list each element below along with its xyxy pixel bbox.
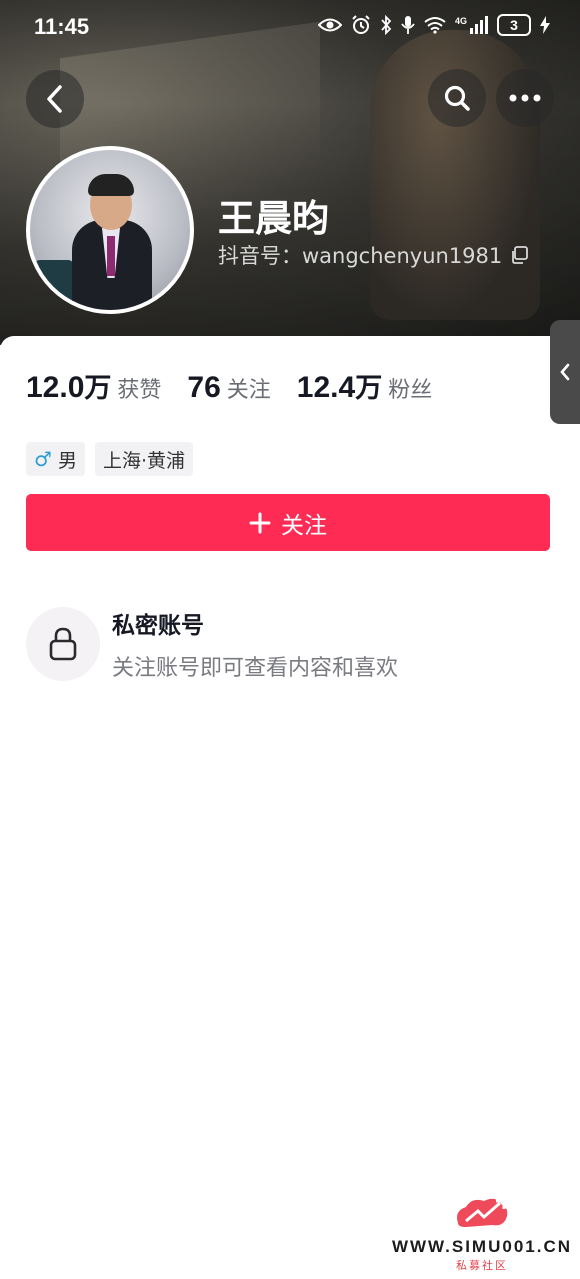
charging-icon <box>540 16 550 34</box>
stat-likes-value[interactable]: 12.0万 <box>26 366 111 405</box>
avatar[interactable] <box>26 146 194 314</box>
search-button[interactable] <box>428 69 486 127</box>
plus-icon <box>249 512 271 533</box>
stat-following-label[interactable]: 关注 <box>227 372 271 404</box>
watermark-sub: 私募社区 <box>455 1259 508 1272</box>
back-icon <box>47 85 62 113</box>
copy-icon[interactable] <box>510 246 529 264</box>
signal-icon <box>470 16 488 34</box>
follow-button-label: 关注 <box>281 512 327 539</box>
private-title: 私密账号 <box>112 613 204 639</box>
profile-card <box>0 336 580 1279</box>
profile-name: 王晨昀 <box>218 197 329 240</box>
wifi-icon <box>424 17 446 34</box>
follow-button[interactable]: 关注 <box>26 494 550 551</box>
stat-fans-value[interactable]: 12.4万 <box>297 366 382 405</box>
side-panel-toggle[interactable] <box>550 320 580 424</box>
bluetooth-icon <box>381 15 392 35</box>
lock-icon <box>49 627 77 661</box>
more-button[interactable] <box>496 69 554 127</box>
profile-tags: ♂ 男 上海·黄浦 <box>26 442 193 476</box>
douyin-id: 抖音号：wangchenyun1981 <box>218 240 529 270</box>
location-tag: 上海·黄浦 <box>94 442 193 476</box>
douyin-id-value: wangchenyun1981 <box>302 244 503 268</box>
lock-badge <box>26 607 100 681</box>
mic-icon <box>401 16 415 34</box>
douyin-id-label: 抖音号： <box>218 244 302 268</box>
stat-fans-label[interactable]: 粉丝 <box>388 372 432 404</box>
private-description: 关注账号即可查看内容和喜欢 <box>112 656 399 681</box>
stat-likes-label: 获赞 <box>117 378 162 403</box>
back-button[interactable] <box>26 70 84 128</box>
location-label: 上海·黄浦 <box>102 449 185 472</box>
more-icon <box>509 94 541 102</box>
network-type: 4G <box>454 16 467 26</box>
profile-stats: 12.0万 获赞 76 关注 12.4万 粉丝 <box>26 366 458 405</box>
watermark-logo <box>456 1198 508 1227</box>
male-icon: ♂ <box>34 447 52 471</box>
status-icons: 4G 3 <box>317 14 550 36</box>
status-time: 11:45 <box>34 14 90 39</box>
watermark: WWW.SIMU001.CN 私募社区 <box>392 1193 572 1273</box>
battery-indicator: 3 <box>497 14 531 36</box>
search-icon <box>444 85 470 111</box>
gender-label: 男 <box>57 449 77 472</box>
eye-icon <box>317 18 342 32</box>
alarm-icon <box>352 15 370 34</box>
watermark-site: WWW.SIMU001.CN <box>391 1237 572 1256</box>
stat-following-value[interactable]: 76 <box>187 371 220 405</box>
status-bar: 11:45 4G 3 <box>0 0 580 56</box>
chevron-left-icon <box>560 363 570 381</box>
gender-tag: ♂ 男 <box>26 442 85 476</box>
private-account-notice: 私密账号 关注账号即可查看内容和喜欢 <box>26 606 398 682</box>
